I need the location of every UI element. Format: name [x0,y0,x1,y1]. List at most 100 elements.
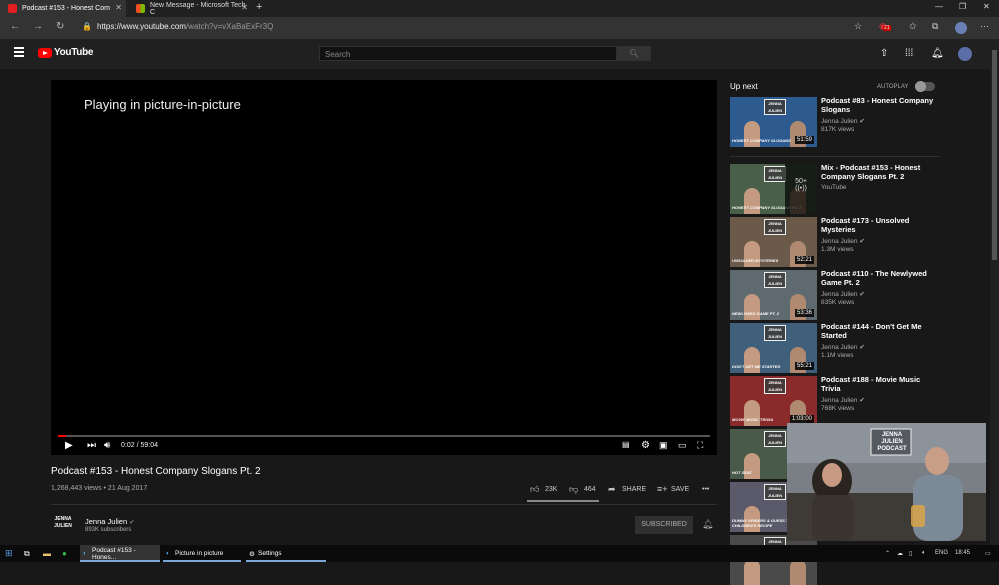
up-next-item[interactable]: JENNA JULIEN MOVIE MUSIC TRIVIA 1:03:00 Podc… [730,375,980,426]
channel-name[interactable]: Jenna Julien ✔ [85,517,134,526]
favorite-star-icon[interactable]: ☆ [854,21,862,32]
volume-tray-icon[interactable]: 🔈︎ [922,550,926,557]
close-tab-icon[interactable]: ✕ [241,3,248,12]
channel-avatar[interactable]: JENNA JULIEN [52,516,74,534]
save-button[interactable]: SAVE [671,486,689,493]
channel-name-text: Jenna Julien [821,344,858,351]
video-thumbnail[interactable]: JENNA JULIEN NEWLYWED GAME PT. 2 53:36 [730,270,817,320]
notification-bell-icon[interactable]: 🔔︎ [702,519,713,530]
save-playlist-icon[interactable]: ≡+ [657,484,668,494]
picture-in-picture-window[interactable]: JENNA JULIEN PODCAST [787,423,986,541]
up-next-heading: Up next [730,82,758,91]
thumbnail-person [744,188,760,214]
video-title[interactable]: Podcast #188 - Movie Music Trivia [821,375,941,393]
upload-icon[interactable]: ⇧ [880,48,888,59]
apps-grid-icon[interactable]: ⁞⁞⁞ [905,48,913,59]
thumbnail-person [744,400,760,426]
dislike-icon[interactable]: 👎︎ [569,484,578,495]
maximize-button[interactable]: ❐ [959,2,966,11]
tab-microsoft-tech[interactable]: New Message - Microsoft Tech C ✕ [128,0,252,17]
search-button[interactable]: 🔍︎ [617,46,651,61]
share-icon[interactable]: ➦ [608,484,616,495]
windows-start-icon[interactable]: ⊞ [5,545,13,562]
channel-name-text: Jenna Julien [85,517,128,526]
profile-avatar-icon[interactable] [955,22,967,34]
tab-title: New Message - Microsoft Tech C [150,1,246,16]
youtube-logo-icon[interactable] [38,48,52,58]
edge-icon: ◐ [166,550,170,557]
close-tab-icon[interactable]: ✕ [115,3,122,12]
youtube-header: YouTube Search 🔍︎ ⇧ ⁞⁞⁞ 🔔︎ [0,39,990,69]
fullscreen-icon[interactable]: ⛶ [697,440,703,451]
microsoft-favicon-icon [136,4,145,13]
video-thumbnail[interactable]: JENNA JULIEN HONEST COMPANY SLOGANS 51:59 [730,97,817,147]
subtitles-icon[interactable]: ▤ [622,440,630,449]
taskbar-item-settings[interactable]: ⚙ Settings [246,545,326,562]
minimize-button[interactable]: — [935,2,943,11]
hamburger-menu-icon[interactable] [14,47,24,59]
taskbar-item-pip[interactable]: ◐ Picture in picture [163,545,241,562]
spotify-icon[interactable]: ● [62,545,67,562]
youtube-logo-text[interactable]: YouTube [54,47,94,58]
refresh-icon[interactable]: ↻ [56,21,64,32]
miniplayer-icon[interactable]: ▣ [659,440,668,451]
up-next-item[interactable]: JENNA JULIEN DON'T GET ME STARTED 55:21 Podc… [730,322,980,373]
dislike-count[interactable]: 464 [584,486,596,493]
more-menu-icon[interactable]: ⋯ [980,21,989,32]
up-next-item[interactable]: JENNA JULIEN NEWLYWED GAME PT. 2 53:36 Podca… [730,269,980,320]
play-icon[interactable]: ▶ [65,440,73,451]
forward-icon[interactable]: → [33,21,43,32]
account-avatar[interactable] [958,47,972,61]
thumbnail-person [744,453,760,479]
tablet-icon[interactable]: ▯ [909,550,912,557]
video-thumbnail[interactable]: JENNA JULIEN UNSOLVED MYSTERIES 52:21 [730,217,817,267]
favorites-icon[interactable]: ✩ [909,21,917,32]
taskbar-item-browser[interactable]: ◐ Podcast #153 - Hones... [80,545,160,562]
up-next-item[interactable]: JENNA JULIEN HONEST COMPANY SLOGANS PT. 25… [730,163,980,214]
theater-mode-icon[interactable]: ▭ [678,440,687,451]
video-title[interactable]: Podcast #144 - Don't Get Me Started [821,322,941,340]
like-icon[interactable]: 👍︎ [530,484,539,495]
video-title[interactable]: Podcast #173 - Unsolved Mysteries [821,216,941,234]
cloud-icon[interactable]: ☁ [897,550,903,557]
address-bar[interactable]: https://www.youtube.com/watch?v=vXaBaExF… [97,22,273,31]
video-title[interactable]: Podcast #110 - The Newlywed Game Pt. 2 [821,269,941,287]
channel-name: YouTube [821,184,847,191]
clock[interactable]: 18:45 [955,550,970,556]
verified-icon: ✔ [859,344,865,351]
autoplay-toggle[interactable] [915,81,935,92]
video-title[interactable]: Podcast #83 - Honest Company Slogans [821,96,941,114]
tray-chevron-icon[interactable]: ⌃ [885,550,890,557]
thumbnail-person [744,347,760,373]
thumbnail-logo: JENNAJULIEN [764,272,786,288]
file-explorer-icon[interactable]: ▬ [43,545,51,562]
like-count[interactable]: 23K [545,486,557,493]
tab-youtube[interactable]: Podcast #153 - Honest Com ✕ [0,0,126,17]
scrollbar-thumb[interactable] [992,50,997,260]
search-input[interactable]: Search [319,46,617,61]
video-title[interactable]: Mix - Podcast #153 - Honest Company Slog… [821,163,941,181]
view-count: 768K views [821,405,855,412]
up-next-item[interactable]: JENNA JULIEN HONEST COMPANY SLOGANS 51:59 Po… [730,96,980,147]
subscribe-button[interactable]: SUBSCRIBED [635,516,693,534]
notifications-bell-icon[interactable]: 🔔︎ [931,48,944,59]
video-player[interactable]: Playing in picture-in-picture ▶ ⏭︎ 🔊︎ 0:… [51,80,717,455]
up-next-item[interactable]: JENNA JULIEN UNSOLVED MYSTERIES 52:21 Podcas… [730,216,980,267]
back-icon[interactable]: ← [10,21,20,32]
task-view-icon[interactable]: ⧉ [24,545,30,562]
video-thumbnail[interactable]: JENNA JULIEN HONEST COMPANY SLOGANS PT. 25… [730,164,817,214]
close-window-button[interactable]: ✕ [983,2,990,11]
next-icon[interactable]: ⏭︎ [87,440,96,451]
thumbnail-logo: JENNAJULIEN [764,325,786,341]
new-tab-button[interactable]: + [256,1,262,13]
collections-icon[interactable]: ⧉ [932,21,938,32]
action-center-icon[interactable]: ▭ [985,550,991,557]
video-thumbnail[interactable]: JENNA JULIEN DON'T GET ME STARTED 55:21 [730,323,817,373]
volume-icon[interactable]: 🔊︎ [104,440,110,451]
share-button[interactable]: SHARE [622,486,646,493]
more-actions-button[interactable]: ••• [702,486,709,493]
progress-bar[interactable] [58,435,710,437]
video-thumbnail[interactable]: JENNA JULIEN MOVIE MUSIC TRIVIA 1:03:00 [730,376,817,426]
language-indicator[interactable]: ENG [935,550,948,556]
settings-gear-icon[interactable]: ⚙ [641,440,650,451]
